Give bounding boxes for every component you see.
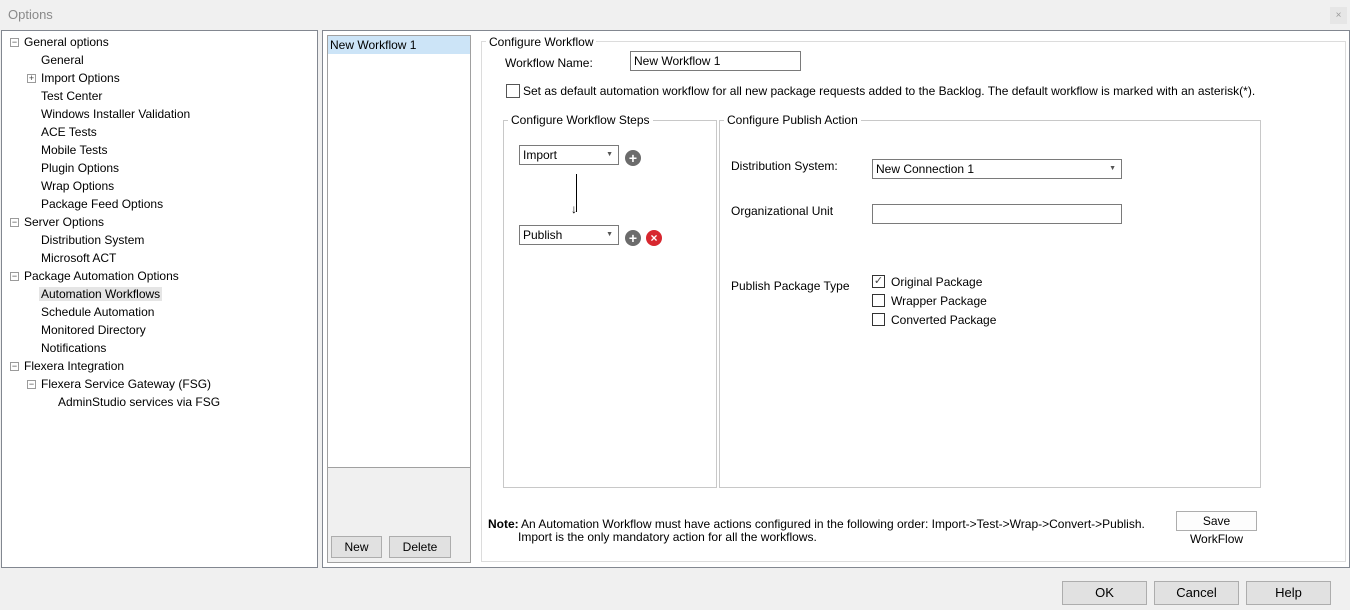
tree-item-label: Schedule Automation	[41, 305, 155, 319]
close-button[interactable]: ×	[1330, 7, 1347, 24]
tree-item-plugin-options[interactable]: Plugin Options	[39, 159, 121, 177]
tree-item-label: Automation Workflows	[39, 287, 163, 301]
tree-item-label: Flexera Integration	[24, 359, 125, 373]
arrow-down-icon: ↓	[571, 202, 577, 216]
workflow-name-input[interactable]: New Workflow 1	[630, 51, 801, 71]
step-publish-value: Publish	[523, 228, 563, 242]
chevron-down-icon: ▼	[606, 151, 613, 158]
tree-item-label: Package Automation Options	[24, 269, 179, 283]
tree-item-adminstudio-services[interactable]: AdminStudio services via FSG	[56, 393, 222, 411]
tree-item-monitored-directory[interactable]: Monitored Directory	[39, 321, 148, 339]
publish-package-type-label: Publish Package Type	[731, 279, 850, 293]
organizational-unit-label: Organizational Unit	[731, 204, 834, 218]
add-step-icon[interactable]: +	[625, 150, 641, 166]
tree-item-label: Package Feed Options	[41, 197, 164, 211]
collapse-icon[interactable]: −	[10, 38, 19, 47]
workflow-steps-legend: Configure Workflow Steps	[508, 113, 653, 127]
tree-item-notifications[interactable]: Notifications	[39, 339, 108, 357]
distribution-system-select[interactable]: New Connection 1 ▼	[872, 159, 1122, 179]
collapse-icon[interactable]: −	[10, 218, 19, 227]
tree-item-server-options[interactable]: − Server Options	[10, 213, 106, 231]
tree-item-label: Import Options	[41, 71, 120, 85]
tree-item-label: Notifications	[41, 341, 107, 355]
tree-item-ace-tests[interactable]: ACE Tests	[39, 123, 99, 141]
tree-item-test-center[interactable]: Test Center	[39, 87, 104, 105]
options-tree[interactable]: − General options General + Import Optio…	[1, 30, 318, 568]
wrapper-package-checkbox[interactable]	[872, 294, 885, 307]
converted-package-label: Converted Package	[891, 313, 997, 327]
tree-item-label: Wrap Options	[41, 179, 115, 193]
tree-item-schedule-automation[interactable]: Schedule Automation	[39, 303, 156, 321]
tree-item-general-options[interactable]: − General options	[10, 33, 111, 51]
step-import-value: Import	[523, 148, 558, 162]
organizational-unit-input[interactable]	[872, 204, 1122, 224]
workflow-steps-group	[503, 120, 717, 488]
save-workflow-button[interactable]: Save WorkFlow	[1176, 511, 1257, 546]
tree-item-label: Test Center	[41, 89, 103, 103]
distribution-system-value: New Connection 1	[876, 162, 975, 176]
workflow-list-item[interactable]: New Workflow 1	[328, 36, 470, 54]
tree-item-label: Monitored Directory	[41, 323, 146, 337]
note-line-1: An Automation Workflow must have actions…	[521, 517, 1145, 531]
tree-item-import-options[interactable]: + Import Options	[27, 69, 122, 87]
tree-item-flexera-integration[interactable]: − Flexera Integration	[10, 357, 126, 375]
original-package-checkbox[interactable]: ✓	[872, 275, 885, 288]
workflow-list[interactable]	[327, 35, 471, 468]
wrapper-package-label: Wrapper Package	[891, 294, 987, 308]
tree-item-general[interactable]: General	[39, 51, 86, 69]
original-package-label: Original Package	[891, 275, 983, 289]
collapse-icon[interactable]: −	[10, 272, 19, 281]
tree-item-label: Windows Installer Validation	[41, 107, 191, 121]
tree-item-label: General options	[24, 35, 109, 49]
new-workflow-button[interactable]: New	[331, 536, 382, 558]
tree-item-label: Flexera Service Gateway (FSG)	[41, 377, 212, 391]
ok-button[interactable]: OK	[1062, 581, 1147, 605]
help-button[interactable]: Help	[1246, 581, 1331, 605]
step-import-select[interactable]: Import ▼	[519, 145, 619, 165]
tree-item-distribution-system[interactable]: Distribution System	[39, 231, 146, 249]
tree-item-label: Mobile Tests	[41, 143, 108, 157]
converted-package-checkbox[interactable]	[872, 313, 885, 326]
tree-item-mobile-tests[interactable]: Mobile Tests	[39, 141, 109, 159]
tree-item-wrap-options[interactable]: Wrap Options	[39, 177, 116, 195]
tree-item-flexera-service-gateway[interactable]: − Flexera Service Gateway (FSG)	[27, 375, 213, 393]
tree-item-label: Server Options	[24, 215, 105, 229]
step-publish-select[interactable]: Publish ▼	[519, 225, 619, 245]
default-workflow-checkbox[interactable]	[506, 84, 520, 98]
tree-item-label: Distribution System	[41, 233, 145, 247]
add-step-icon[interactable]: +	[625, 230, 641, 246]
tree-item-label: General	[41, 53, 84, 67]
chevron-down-icon: ▼	[606, 231, 613, 238]
cancel-button[interactable]: Cancel	[1154, 581, 1239, 605]
remove-step-icon[interactable]: ×	[646, 230, 662, 246]
publish-action-legend: Configure Publish Action	[724, 113, 861, 127]
tree-item-package-feed-options[interactable]: Package Feed Options	[39, 195, 165, 213]
default-workflow-label: Set as default automation workflow for a…	[523, 84, 1256, 98]
note-prefix: Note:	[488, 517, 519, 531]
tree-item-microsoft-act[interactable]: Microsoft ACT	[39, 249, 118, 267]
window-title: Options	[8, 7, 53, 22]
tree-item-package-automation-options[interactable]: − Package Automation Options	[10, 267, 181, 285]
tree-item-label: AdminStudio services via FSG	[58, 395, 221, 409]
distribution-system-label: Distribution System:	[731, 159, 838, 173]
workflow-name-label: Workflow Name:	[505, 56, 593, 70]
tree-item-label: Microsoft ACT	[41, 251, 117, 265]
tree-item-automation-workflows[interactable]: Automation Workflows	[39, 285, 163, 303]
delete-workflow-button[interactable]: Delete	[389, 536, 451, 558]
tree-item-label: ACE Tests	[41, 125, 97, 139]
expand-icon[interactable]: +	[27, 74, 36, 83]
collapse-icon[interactable]: −	[10, 362, 19, 371]
note-line-2: Import is the only mandatory action for …	[518, 530, 817, 544]
configure-workflow-legend: Configure Workflow	[486, 35, 597, 49]
chevron-down-icon: ▼	[1109, 165, 1116, 172]
tree-item-label: Plugin Options	[41, 161, 120, 175]
tree-item-windows-installer-validation[interactable]: Windows Installer Validation	[39, 105, 192, 123]
collapse-icon[interactable]: −	[27, 380, 36, 389]
